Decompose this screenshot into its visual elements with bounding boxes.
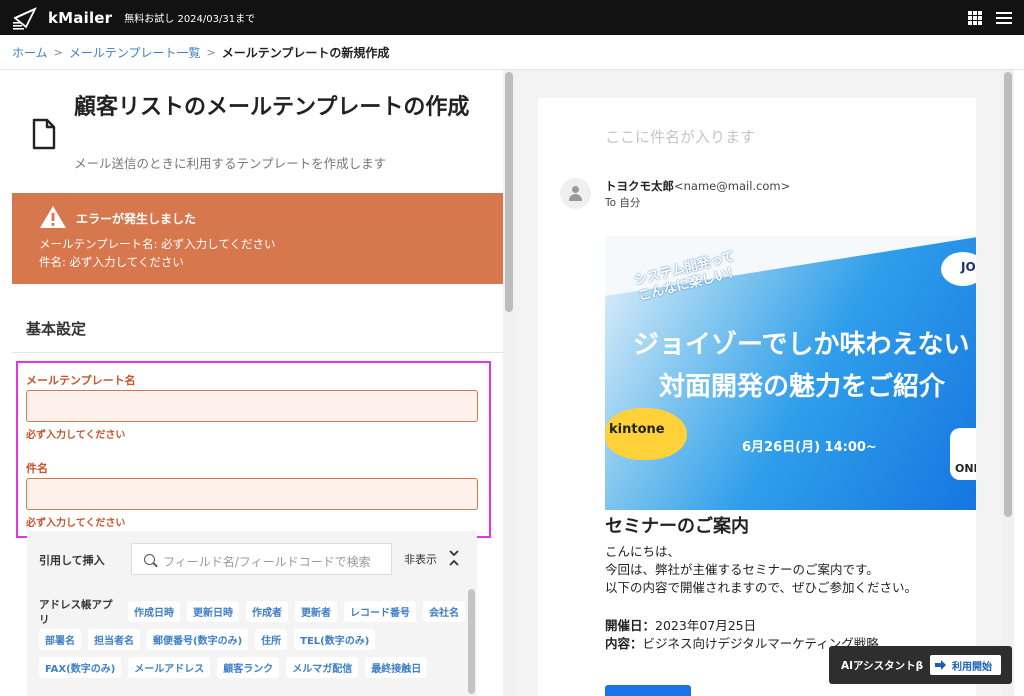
page-title: 顧客リストのメールテンプレートの作成: [74, 95, 470, 120]
sender-email: <name@mail.com>: [674, 179, 791, 193]
basic-settings-title: 基本設定: [26, 320, 87, 338]
online-badge-text: ONL: [955, 462, 976, 475]
apps-grid-icon[interactable]: [968, 10, 982, 25]
subject-label: 件名: [26, 462, 48, 475]
trial-notice: 無料お試し 2024/03/31まで: [124, 14, 256, 25]
error-title: エラーが発生しました: [76, 212, 197, 226]
page-subtitle: メール送信のときに利用するテンプレートを作成します: [74, 156, 387, 171]
sender-name: トヨクモ太郎: [605, 179, 674, 193]
field-tag[interactable]: 住所: [255, 629, 288, 650]
field-tag[interactable]: 会社名: [423, 601, 465, 622]
field-tag[interactable]: 更新者: [295, 601, 337, 622]
hide-toggle[interactable]: 非表示: [404, 551, 437, 567]
preview-scrollbar[interactable]: [1002, 70, 1014, 696]
banner-headline: ジョイゾーでしか味わえない: [633, 330, 970, 360]
template-name-error: 必ず入力してください: [26, 430, 126, 441]
breadcrumb-current: メールテンプレートの新規作成: [221, 46, 390, 60]
mail-body-line: こんにちは、: [605, 544, 681, 559]
editor-scrollbar-thumb[interactable]: [505, 72, 513, 312]
field-tag[interactable]: レコード番号: [344, 601, 416, 622]
field-tag[interactable]: 更新日時: [187, 601, 239, 622]
address-book-app-label: アドレス帳アプリ: [39, 598, 113, 626]
breadcrumb-template-list-link[interactable]: メールテンプレート一覧: [69, 44, 201, 61]
top-bar: kMailer 無料お試し 2024/03/31まで: [0, 0, 1024, 35]
collapse-chevron-icon[interactable]: [449, 549, 459, 567]
ai-assistant-label: AIアシスタントβ: [841, 660, 924, 672]
preview-scrollbar-thumb[interactable]: [1004, 72, 1012, 517]
subject-placeholder: ここに件名が入ります: [605, 128, 756, 146]
editor-scrollbar[interactable]: [503, 70, 515, 696]
field-tag[interactable]: 部署名: [39, 629, 81, 650]
ai-start-label: 利用開始: [952, 661, 992, 673]
insert-label: 引用して挿入: [39, 554, 105, 567]
error-message: メールテンプレート名: 必ず入力してください: [39, 237, 276, 251]
field-tag[interactable]: メルマガ配信: [286, 657, 359, 678]
field-tag-list: アドレス帳アプリ 作成日時 更新日時 作成者 更新者 レコード番号 会社名 部署…: [39, 599, 465, 685]
field-tag[interactable]: 作成者: [246, 601, 288, 622]
kintone-badge-text: kintone: [609, 422, 665, 437]
field-tag[interactable]: FAX(数字のみ): [39, 657, 122, 678]
arrow-right-icon: [935, 660, 946, 670]
tag-list-scrollbar[interactable]: [468, 589, 475, 694]
insert-field-panel: 引用して挿入 フィールド名/フィールドコードで検索 非表示 アドレス帳アプリ 作…: [27, 531, 477, 696]
section-divider: [12, 352, 503, 353]
banner-headline: 対面開発の魅力をご紹介: [659, 372, 946, 402]
mail-cta-button[interactable]: [605, 685, 691, 696]
field-tag[interactable]: 担当者名: [88, 629, 140, 650]
warning-icon: [39, 205, 67, 229]
banner-date: 6月26日(月) 14:00~: [742, 440, 877, 455]
search-placeholder: フィールド名/フィールドコードで検索: [163, 555, 371, 569]
field-tag[interactable]: メールアドレス: [128, 657, 211, 678]
breadcrumb: ホーム > メールテンプレート一覧 > メールテンプレートの新規作成: [12, 44, 389, 61]
ai-assistant-widget: AIアシスタントβ 利用開始: [829, 646, 1012, 684]
mail-heading: セミナーのご案内: [605, 516, 749, 537]
mail-body-line: 今回は、弊社が主催するセミナーのご案内です。: [605, 562, 879, 577]
field-tag[interactable]: 郵便番号(数字のみ): [147, 629, 249, 650]
subject-error: 必ず入力してください: [26, 518, 126, 529]
template-name-label: メールテンプレート名: [26, 374, 136, 387]
field-tag[interactable]: 作成日時: [128, 601, 180, 622]
mail-preview-card: ここに件名が入ります トヨクモ太郎<name@mail.com> To 自分 シ…: [538, 98, 976, 696]
breadcrumb-separator: >: [206, 46, 216, 59]
template-name-input[interactable]: [26, 390, 478, 422]
joyzo-logo-text: JO: [961, 260, 976, 274]
field-search-input[interactable]: フィールド名/フィールドコードで検索: [131, 543, 392, 575]
seminar-banner-image: システム開発って こんなに楽しい！ ジョイゾーでしか味わえない 対面開発の魅力を…: [605, 236, 976, 510]
event-date: 開催日：2023年07月25日: [605, 618, 757, 633]
document-icon: [32, 118, 56, 150]
field-tag[interactable]: 顧客ランク: [217, 657, 280, 678]
ai-start-button[interactable]: 利用開始: [930, 655, 1001, 675]
subject-input[interactable]: [26, 478, 478, 510]
error-message: 件名: 必ず入力してください: [39, 255, 184, 269]
required-fields-group: メールテンプレート名 必ず入力してください 件名 必ず入力してください: [16, 361, 491, 538]
avatar-icon: [560, 178, 591, 209]
recipient: To 自分: [605, 197, 641, 209]
breadcrumb-separator: >: [53, 46, 63, 59]
sender: トヨクモ太郎<name@mail.com>: [605, 178, 790, 194]
field-tag[interactable]: TEL(数字のみ): [294, 629, 376, 650]
mail-body-line: 以下の内容で開催されますので、ぜひご参加ください。: [605, 580, 918, 595]
kmailer-logo-icon: [12, 5, 38, 31]
breadcrumb-home-link[interactable]: ホーム: [12, 44, 48, 61]
field-tag[interactable]: 最終接触日: [365, 657, 428, 678]
hamburger-menu-icon[interactable]: [996, 11, 1012, 24]
app-name: kMailer: [48, 8, 113, 27]
error-alert: エラーが発生しました メールテンプレート名: 必ず入力してください 件名: 必ず…: [12, 193, 503, 284]
search-icon: [144, 554, 155, 565]
